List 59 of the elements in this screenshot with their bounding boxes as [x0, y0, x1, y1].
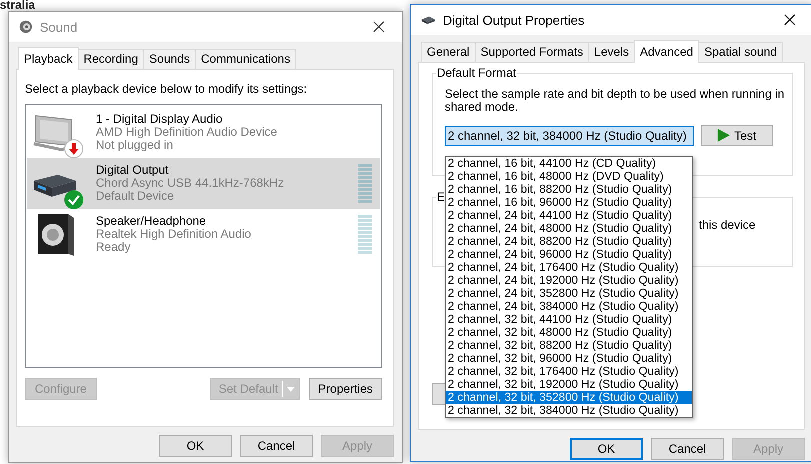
- device-description: Chord Async USB 44.1kHz-768kHz: [96, 177, 286, 190]
- device-row[interactable]: 1 - Digital Display Audio AMD High Definition Audio Device Not plugged in: [27, 107, 380, 158]
- dropdown-option[interactable]: 2 channel, 16 bit, 88200 Hz (Studio Quality): [446, 183, 692, 196]
- dropdown-option[interactable]: 2 channel, 32 bit, 44100 Hz (Studio Quality): [446, 313, 692, 326]
- dropdown-option[interactable]: 2 channel, 32 bit, 176400 Hz (Studio Quality): [446, 365, 692, 378]
- dropdown-option[interactable]: 2 channel, 24 bit, 96000 Hz (Studio Quality): [446, 248, 692, 261]
- device-status: Ready: [96, 241, 132, 254]
- device-row[interactable]: Speaker/Headphone Realtek High Definition Audio Ready: [27, 209, 380, 260]
- level-meter-icon: [358, 164, 372, 204]
- dropdown-option[interactable]: 2 channel, 24 bit, 176400 Hz (Studio Quality): [446, 261, 692, 274]
- tab[interactable]: Spatial sound: [698, 42, 784, 62]
- dialog-button[interactable]: Cancel: [240, 435, 313, 457]
- dialog-button[interactable]: OK: [570, 438, 643, 460]
- dialog-button[interactable]: Cancel: [651, 438, 724, 460]
- dropdown-option[interactable]: 2 channel, 32 bit, 192000 Hz (Studio Quality): [446, 378, 692, 391]
- device-name: Digital Output: [96, 164, 170, 177]
- dropdown-option[interactable]: 2 channel, 24 bit, 48000 Hz (Studio Quality): [446, 222, 692, 235]
- description-text: Select the sample rate and bit depth to be used when running in shared mode.: [445, 88, 785, 114]
- dialog-button[interactable]: OK: [159, 435, 232, 457]
- device-row[interactable]: Digital Output Chord Async USB 44.1kHz-768kHz Default Device: [27, 158, 380, 209]
- tab[interactable]: Playback: [18, 47, 79, 70]
- device-status: Default Device: [96, 190, 176, 203]
- tab[interactable]: Communications: [195, 49, 296, 69]
- group-title: Default Format: [436, 66, 518, 80]
- window-title: Digital Output Properties: [443, 12, 586, 28]
- dropdown-option[interactable]: 2 channel, 24 bit, 44100 Hz (Studio Quality): [446, 209, 692, 222]
- play-icon: [717, 129, 730, 142]
- tab[interactable]: General: [421, 42, 476, 62]
- dropdown-option[interactable]: 2 channel, 32 bit, 96000 Hz (Studio Quality): [446, 352, 692, 365]
- dropdown-option[interactable]: 2 channel, 32 bit, 48000 Hz (Studio Quality): [446, 326, 692, 339]
- window-title: Sound: [40, 20, 79, 34]
- dropdown-option[interactable]: 2 channel, 24 bit, 88200 Hz (Studio Quality): [446, 235, 692, 248]
- dialog-button[interactable]: Properties: [309, 378, 382, 400]
- dropdown-option[interactable]: 2 channel, 16 bit, 96000 Hz (Studio Quality): [446, 196, 692, 209]
- group-title: E: [436, 190, 446, 204]
- background-text: stralia: [0, 0, 36, 10]
- format-dropdown[interactable]: 2 channel, 32 bit, 384000 Hz (Studio Quality): [445, 126, 694, 146]
- dropdown-option[interactable]: 2 channel, 16 bit, 44100 Hz (CD Quality): [446, 157, 692, 170]
- dropdown-option[interactable]: 2 channel, 32 bit, 384000 Hz (Studio Quality): [446, 404, 692, 417]
- dropdown-option[interactable]: 2 channel, 32 bit, 352800 Hz (Studio Quality): [446, 391, 692, 404]
- caret-icon: [287, 386, 296, 392]
- instruction-text: Select a playback device below to modify its settings:: [25, 82, 308, 96]
- device-status: Not plugged in: [96, 139, 174, 152]
- dropdown-option[interactable]: 2 channel, 32 bit, 88200 Hz (Studio Quality): [446, 339, 692, 352]
- dropdown-option[interactable]: 2 channel, 24 bit, 352800 Hz (Studio Quality): [446, 287, 692, 300]
- option-text: this device: [699, 218, 756, 232]
- dropdown-option[interactable]: 2 channel, 24 bit, 384000 Hz (Studio Quality): [446, 300, 692, 313]
- check-badge-icon: [64, 190, 84, 210]
- tab[interactable]: Advanced: [634, 40, 700, 63]
- device-name: Speaker/Headphone: [96, 215, 208, 228]
- dropdown-option[interactable]: 2 channel, 16 bit, 48000 Hz (DVD Quality): [446, 170, 692, 183]
- device-name: 1 - Digital Display Audio: [96, 113, 224, 126]
- level-meter-icon: [358, 214, 372, 254]
- dropdown-option[interactable]: 2 channel, 24 bit, 192000 Hz (Studio Quality): [446, 274, 692, 287]
- device-description: Realtek High Definition Audio: [96, 228, 252, 241]
- unplugged-badge-icon: [64, 138, 84, 158]
- speaker-icon: [19, 20, 33, 34]
- test-button[interactable]: Test: [701, 125, 773, 146]
- device-description: AMD High Definition Audio Device: [96, 126, 278, 139]
